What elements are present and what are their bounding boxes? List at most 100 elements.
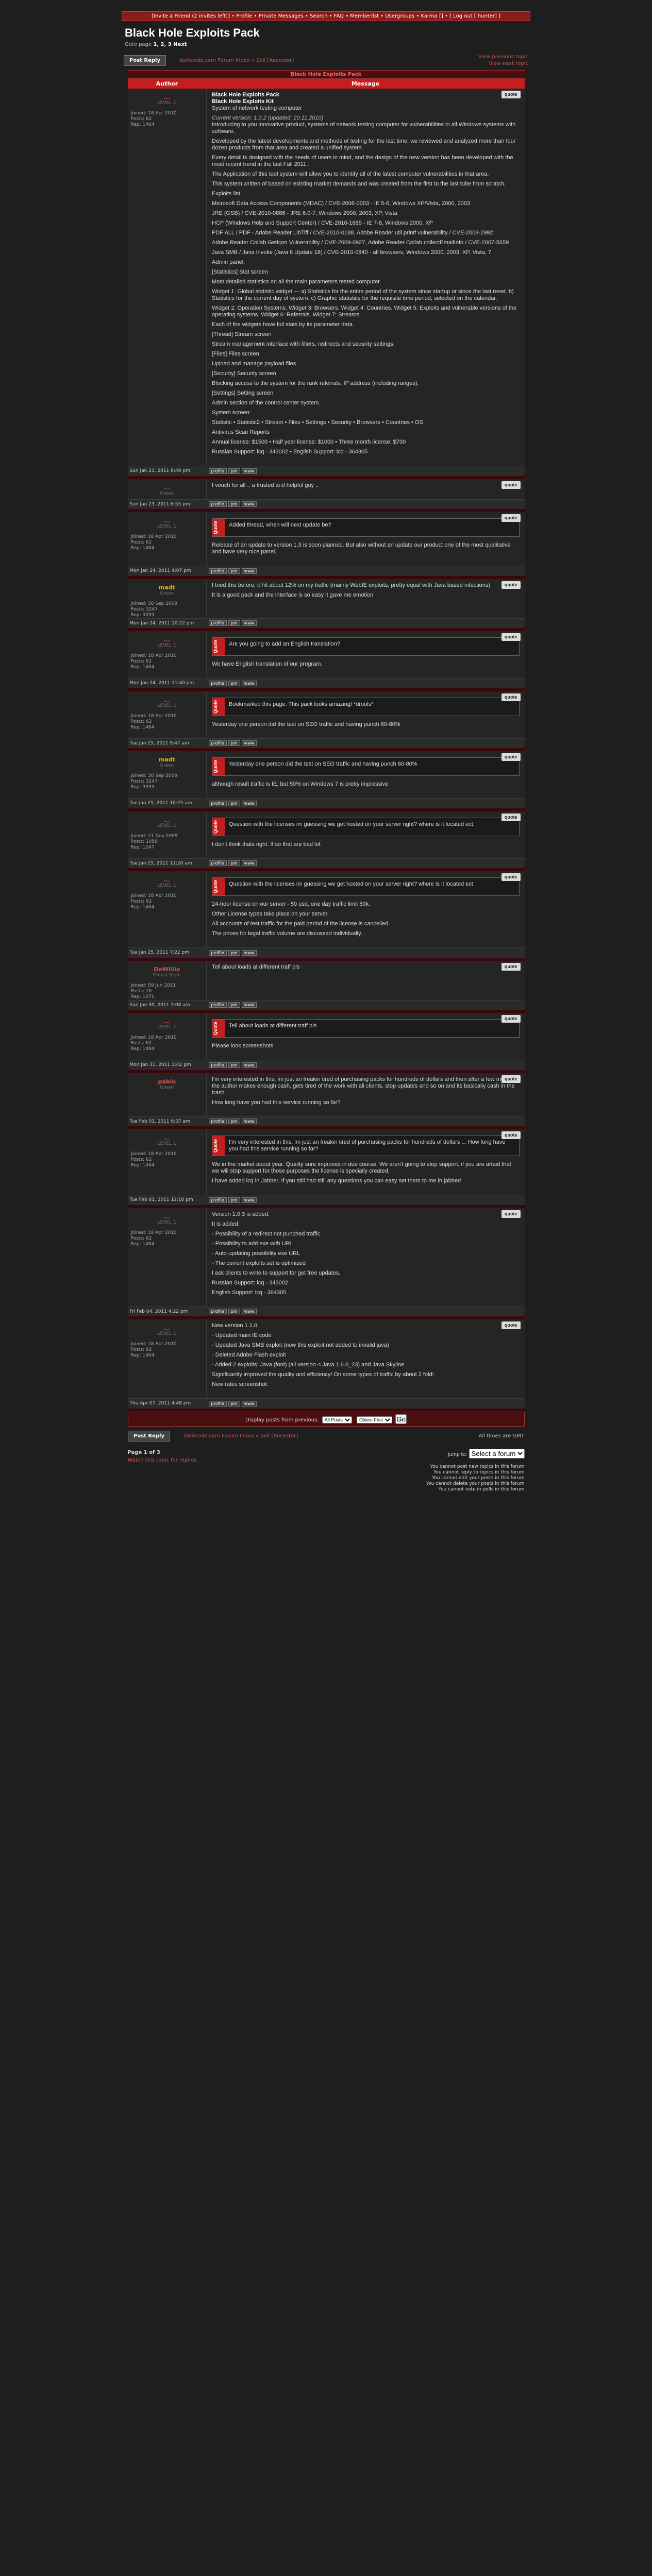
www-button[interactable]: www: [241, 468, 257, 474]
profile-button[interactable]: profile: [208, 501, 227, 507]
post-reply-button[interactable]: Post Reply: [124, 55, 166, 66]
profile-button[interactable]: profile: [208, 950, 227, 956]
quote-button[interactable]: quote: [501, 514, 521, 522]
profile-button[interactable]: profile: [208, 468, 227, 474]
post-paragraph: System screen:: [212, 410, 251, 416]
author-name[interactable]: madt: [159, 756, 175, 763]
profile-button[interactable]: profile: [208, 1118, 227, 1125]
watch-topic-link[interactable]: Watch this topic for replies: [128, 1458, 197, 1463]
pm-button[interactable]: pm: [228, 680, 240, 686]
sort-order-select[interactable]: Oldest First: [357, 1416, 392, 1423]
quote-button[interactable]: quote: [501, 693, 521, 701]
profile-button[interactable]: profile: [208, 1400, 227, 1406]
quote-button[interactable]: quote: [501, 873, 521, 881]
quote-button[interactable]: quote: [501, 1210, 521, 1218]
author-name[interactable]: ...: [163, 94, 170, 100]
author-info: Joined: 18 Apr 2010 Posts: 62 Rep: 1464: [130, 111, 177, 127]
author-name[interactable]: ...: [163, 1134, 170, 1141]
quote-button[interactable]: quote: [501, 581, 521, 589]
www-button[interactable]: www: [241, 501, 257, 507]
author-name[interactable]: DeWillio: [154, 966, 180, 973]
author-name[interactable]: ...: [163, 517, 170, 524]
author-name[interactable]: ...: [163, 1325, 170, 1331]
www-button[interactable]: www: [241, 800, 257, 806]
pm-button[interactable]: pm: [228, 1062, 240, 1068]
profile-button[interactable]: profile: [208, 1062, 227, 1068]
breadcrumb[interactable]: darkcode.com Forum Index » Sell [Ancesto…: [179, 58, 294, 63]
profile-button[interactable]: profile: [208, 1002, 227, 1008]
quote-button[interactable]: quote: [501, 753, 521, 761]
pm-button[interactable]: pm: [228, 501, 240, 507]
pm-button[interactable]: pm: [228, 468, 240, 474]
author-info: Joined: 18 Apr 2010 Posts: 62 Rep: 1464: [130, 1035, 177, 1052]
quote-button[interactable]: quote: [501, 1321, 521, 1329]
www-button[interactable]: www: [241, 1118, 257, 1125]
pm-button[interactable]: pm: [228, 1400, 240, 1406]
post-row: ... Green quote I vouch for all .. a trust…: [127, 477, 525, 499]
author-name[interactable]: ...: [163, 636, 170, 643]
www-button[interactable]: www: [241, 860, 257, 867]
quote-button[interactable]: quote: [501, 962, 521, 971]
author-name[interactable]: ...: [163, 1018, 170, 1025]
www-button[interactable]: www: [241, 568, 257, 574]
pm-button[interactable]: pm: [228, 860, 240, 867]
profile-button[interactable]: profile: [208, 620, 227, 626]
quote-button[interactable]: quote: [501, 633, 521, 641]
www-button[interactable]: www: [241, 1002, 257, 1008]
author-info: Joined: 18 Apr 2010 Posts: 62 Rep: 1464: [130, 1342, 177, 1358]
quote-button[interactable]: quote: [501, 1015, 521, 1023]
www-button[interactable]: www: [241, 1309, 257, 1315]
go-button[interactable]: Go: [395, 1414, 407, 1424]
quote-button[interactable]: quote: [501, 813, 521, 821]
profile-button[interactable]: profile: [208, 800, 227, 806]
top-nav-bar[interactable]: [Invite a Friend (2 invites left)] • Pro…: [122, 11, 530, 21]
author-name[interactable]: madt: [159, 584, 175, 591]
author-name[interactable]: ...: [163, 1213, 170, 1220]
quote-button[interactable]: quote: [501, 481, 521, 489]
pm-button[interactable]: pm: [228, 800, 240, 806]
www-button[interactable]: www: [241, 1197, 257, 1203]
www-button[interactable]: www: [241, 950, 257, 956]
quote-button[interactable]: quote: [501, 1131, 521, 1139]
profile-button[interactable]: profile: [208, 860, 227, 867]
goto-pages-link[interactable]: 1, 2, 3 Next: [153, 42, 187, 47]
author-name[interactable]: ...: [163, 817, 170, 823]
pm-button[interactable]: pm: [228, 1197, 240, 1203]
author-name[interactable]: ...: [163, 484, 170, 491]
www-button[interactable]: www: [241, 1062, 257, 1068]
post-paragraph: Microsoft Data Access Components (MDAC) …: [212, 200, 471, 207]
topic-nav-links[interactable]: View previous topic View next topic: [478, 54, 528, 67]
profile-button[interactable]: profile: [208, 680, 227, 686]
prev-topic-link[interactable]: View previous topic: [478, 54, 528, 60]
pm-button[interactable]: pm: [228, 1118, 240, 1125]
profile-button[interactable]: profile: [208, 740, 227, 747]
post-reply-button-bottom[interactable]: Post Reply: [128, 1430, 170, 1442]
www-button[interactable]: www: [241, 680, 257, 686]
author-info: Joined: 18 Apr 2010 Posts: 62 Rep: 1464: [130, 534, 177, 551]
pm-button[interactable]: pm: [228, 568, 240, 574]
pm-button[interactable]: pm: [228, 620, 240, 626]
posts-period-select[interactable]: All Posts: [322, 1416, 352, 1423]
next-topic-link[interactable]: View next topic: [489, 61, 528, 66]
breadcrumb-link[interactable]: darkcode.com Forum Index » Sell [Ancesto…: [179, 58, 294, 63]
breadcrumb-link-bottom[interactable]: darkcode.com Forum Index » Sell [Ancesto…: [183, 1433, 298, 1439]
www-button[interactable]: www: [241, 620, 257, 626]
pm-button[interactable]: pm: [228, 740, 240, 747]
pm-button[interactable]: pm: [228, 1002, 240, 1008]
quote-button[interactable]: quote: [501, 91, 521, 98]
author-name[interactable]: ...: [163, 876, 170, 883]
author-name[interactable]: pablo: [158, 1078, 176, 1085]
profile-button[interactable]: profile: [208, 1309, 227, 1315]
www-button[interactable]: www: [241, 1400, 257, 1406]
profile-buttons: profile pm www: [206, 499, 525, 512]
profile-button[interactable]: profile: [208, 568, 227, 574]
pm-button[interactable]: pm: [228, 950, 240, 956]
www-button[interactable]: www: [241, 740, 257, 747]
jump-forum-select[interactable]: Select a forum: [469, 1448, 525, 1459]
author-cell: ... LEVEL 1 Joined: 18 Apr 2010 Posts: 62 Re…: [127, 870, 207, 948]
quote-button[interactable]: quote: [501, 1075, 521, 1083]
profile-button[interactable]: profile: [208, 1197, 227, 1203]
topic-title-bar[interactable]: Black Hole Exploits Pack: [127, 70, 525, 79]
pm-button[interactable]: pm: [228, 1309, 240, 1315]
author-name[interactable]: ...: [163, 697, 170, 703]
